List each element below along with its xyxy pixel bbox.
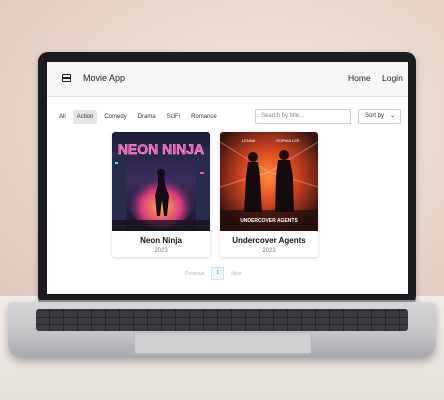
movie-year: 2023 [262,248,276,254]
film-icon [62,74,71,82]
movie-poster-undercover-agents: LENNA SOPHIA LEE UNDERCOVER AGENTS [220,132,318,231]
movie-title[interactable]: Undercover Agents [220,236,318,245]
poster-credit-2: SOPHIA LEE [276,138,300,143]
genre-romance[interactable]: Romance [187,110,221,124]
pagination-page-1[interactable]: 1 [211,267,225,280]
genre-drama[interactable]: Drama [134,110,160,124]
movie-card-neon-ninja[interactable]: NEON NINJA Neon Ninja 2023 [112,132,210,257]
nav-login-link[interactable]: Login [382,73,403,83]
genre-scifi[interactable]: SciFi [163,110,184,124]
poster-credit-1: LENNA [242,138,256,143]
laptop-trackpad [134,332,312,354]
movie-poster-neon-ninja: NEON NINJA [112,132,210,231]
movie-card-undercover-agents[interactable]: LENNA SOPHIA LEE UNDERCOVER AGENTS Under… [220,132,318,257]
poster-title-text: UNDERCOVER AGENTS [240,218,298,224]
nav-home-link[interactable]: Home [348,73,371,83]
genre-comedy[interactable]: Comedy [100,110,130,124]
app-title[interactable]: Movie App [83,73,125,83]
app-screen: Movie App Home Login All Action Comedy D… [47,62,408,294]
genre-all[interactable]: All [55,110,70,124]
navbar: Movie App Home Login [47,62,408,97]
chevron-down-icon: ⌄ [390,113,396,119]
pagination-previous[interactable]: Previous [181,268,208,280]
movie-title[interactable]: Neon Ninja [112,236,210,245]
genre-action[interactable]: Action [72,110,98,124]
pagination-next[interactable]: Next [227,268,245,280]
search-input[interactable]: Search by title... [255,109,351,124]
genre-filter-bar: All Action Comedy Drama SciFi Romance [55,110,221,124]
pagination: Previous 1 Next [181,267,246,280]
sort-dropdown[interactable]: Sort by ⌄ [358,109,401,124]
sort-label: Sort by [365,113,385,119]
movie-year: 2023 [154,248,168,254]
poster-title-text: NEON NINJA [118,141,204,157]
laptop-keyboard [36,309,408,331]
